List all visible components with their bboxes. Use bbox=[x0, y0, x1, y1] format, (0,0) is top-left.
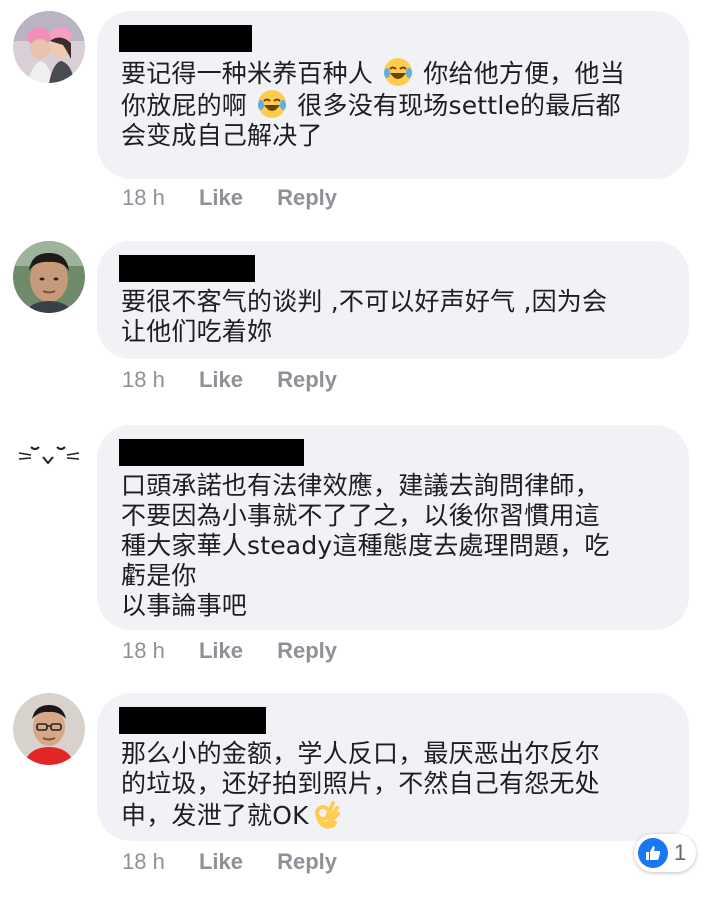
comment-bubble: 要记得一种米养百种人 你给他方便，他当 你放屁的啊 很多没有现场settle的最… bbox=[97, 11, 689, 179]
like-link[interactable]: Like bbox=[199, 185, 243, 211]
comment-meta: 18 h Like Reply bbox=[122, 849, 365, 875]
like-link[interactable]: Like bbox=[199, 367, 243, 393]
thumbs-up-icon bbox=[638, 838, 668, 868]
redacted-name bbox=[119, 255, 255, 282]
timestamp[interactable]: 18 h bbox=[122, 185, 165, 211]
comment-bubble: 那么小的金额，学人反口，最厌恶出尔反尔 的垃圾，还好拍到照片，不然自己有怨无处 … bbox=[97, 693, 689, 841]
like-link[interactable]: Like bbox=[199, 638, 243, 664]
comment-text: 要很不客气的谈判 ,不可以好声好气 ,因为会 让他们吃着妳 bbox=[121, 287, 608, 346]
avatar-man-photo[interactable] bbox=[13, 241, 85, 313]
timestamp[interactable]: 18 h bbox=[122, 367, 165, 393]
timestamp[interactable]: 18 h bbox=[122, 849, 165, 875]
reply-link[interactable]: Reply bbox=[277, 185, 337, 211]
reply-link[interactable]: Reply bbox=[277, 638, 337, 664]
comment-meta: 18 h Like Reply bbox=[122, 185, 365, 211]
comment-bubble: 口頭承諾也有法律效應，建議去詢問律師， 不要因為小事就不了了之，以後你習慣用這 … bbox=[97, 425, 689, 630]
avatar-couple-photo[interactable] bbox=[13, 11, 85, 83]
timestamp[interactable]: 18 h bbox=[122, 638, 165, 664]
comment-text: 要记得一种米养百种人 你给他方便，他当 你放屁的啊 很多没有现场settle的最… bbox=[121, 58, 625, 150]
redacted-name bbox=[119, 439, 304, 466]
avatar-cat-face[interactable] bbox=[13, 425, 85, 497]
ok-hand-emoji-icon bbox=[314, 801, 340, 829]
comment-bubble: 要很不客气的谈判 ,不可以好声好气 ,因为会 让他们吃着妳 bbox=[97, 241, 689, 359]
laughing-crying-emoji-icon bbox=[384, 58, 413, 86]
comment-meta: 18 h Like Reply bbox=[122, 367, 365, 393]
comment-meta: 18 h Like Reply bbox=[122, 638, 365, 664]
comment-text: 那么小的金额，学人反口，最厌恶出尔反尔 的垃圾，还好拍到照片，不然自己有怨无处 … bbox=[121, 739, 600, 830]
reply-link[interactable]: Reply bbox=[277, 849, 337, 875]
reaction-count: 1 bbox=[674, 840, 687, 865]
redacted-name bbox=[119, 25, 252, 52]
reply-link[interactable]: Reply bbox=[277, 367, 337, 393]
reaction-count-badge[interactable]: 1 bbox=[634, 834, 697, 872]
comment-text: 口頭承諾也有法律效應，建議去詢問律師， 不要因為小事就不了了之，以後你習慣用這 … bbox=[121, 471, 610, 620]
redacted-name bbox=[119, 707, 266, 734]
like-link[interactable]: Like bbox=[199, 849, 243, 875]
avatar-man-glasses-photo[interactable] bbox=[13, 693, 85, 765]
laughing-crying-emoji-icon bbox=[258, 90, 287, 118]
